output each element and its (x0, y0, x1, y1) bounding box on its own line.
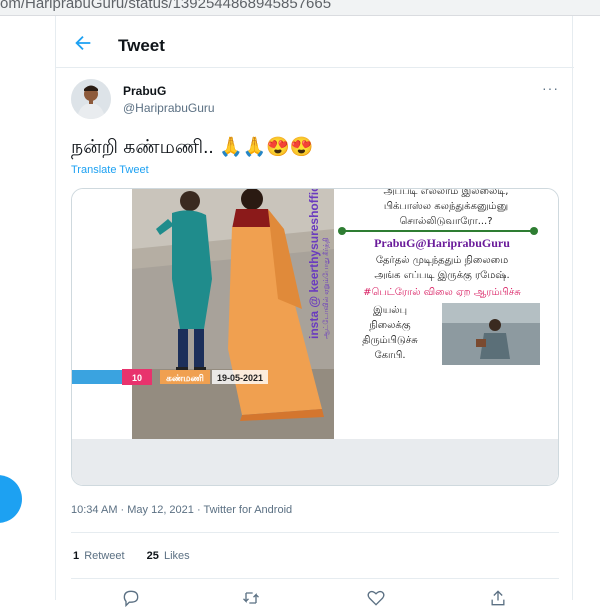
divider (71, 532, 559, 533)
tweet-timestamp[interactable]: 10:34 AM · May 12, 2021 · Twitter for An… (71, 504, 292, 516)
browser-address-bar[interactable]: om/HariprabuGuru/status/1392544868945857… (0, 0, 600, 16)
caption-line-7: நிலைக்கு (369, 320, 410, 332)
retweet-label[interactable]: Retweet (84, 550, 124, 562)
caption-line-6: இயல்பு (373, 305, 407, 316)
caption-line-9: கோபி. (374, 350, 405, 361)
meme-photo: insta @ keerthysureshofficial ஆட்டோவில் … (132, 189, 334, 439)
like-count[interactable]: 25 (147, 550, 159, 562)
reply-icon[interactable] (121, 588, 141, 608)
caption-line-1: அப்படி எல்லாம் இல்லைடி, (384, 189, 509, 197)
tag-date: 19-05-2021 (217, 373, 263, 383)
arrow-left-icon[interactable] (72, 32, 94, 54)
like-icon[interactable] (366, 588, 386, 608)
tag-number: 10 (132, 373, 142, 383)
share-icon[interactable] (488, 588, 508, 608)
tweet-media-image[interactable]: insta @ keerthysureshofficial ஆட்டோவில் … (71, 188, 559, 486)
page-header: Tweet (56, 16, 574, 68)
engagement-stats: 1 Retweet 25 Likes (73, 550, 190, 562)
caption-hashtag: #பெட்ரோல் விலை ஏற ஆரம்பிச்சு (363, 287, 521, 298)
caption-line-3: சொல்லிடுவாரோ...? (399, 216, 492, 227)
retweet-icon[interactable] (241, 588, 261, 608)
page-title: Tweet (118, 36, 165, 55)
photo-watermark-small: ஆட்டோவில் ஏறும்போது கீர்த்தி (322, 237, 330, 339)
more-options-icon[interactable]: ··· (542, 80, 559, 96)
caption-line-8: திரும்பிடுச்சு (362, 335, 418, 346)
address-url[interactable]: om/HariprabuGuru/status/1392544868945857… (0, 0, 331, 12)
author-name[interactable]: PrabuG (123, 84, 166, 98)
tweet-detail-column: Tweet PrabuG @HariprabuGuru ··· நன்றி கண… (55, 16, 574, 608)
tweet-text: நன்றி கண்மணி.. 🙏🙏😍😍 (71, 137, 314, 158)
tweet-actions (56, 588, 574, 608)
caption-line-5: அங்க எப்படி இருக்கு ரமேஷ். (374, 270, 509, 282)
caption-line-4: தேர்தல் முடிந்ததும் நிலைமை (376, 255, 508, 266)
translate-tweet-link[interactable]: Translate Tweet (71, 164, 149, 176)
compose-tweet-button[interactable] (0, 475, 22, 523)
meme-signature: PrabuG@HariprabuGuru (374, 236, 510, 250)
photo-watermark: insta @ keerthysureshofficial (307, 189, 321, 339)
like-label[interactable]: Likes (164, 550, 190, 562)
divider (71, 578, 559, 579)
retweet-count[interactable]: 1 (73, 550, 79, 562)
caption-line-2: பிக்பாஸ்ல கலந்துக்கனும்னு (384, 201, 508, 212)
media-bottom-area (72, 439, 558, 485)
meme-small-photo (442, 303, 540, 365)
tag-bar-blue (72, 370, 122, 384)
author-handle[interactable]: @HariprabuGuru (123, 101, 215, 115)
avatar[interactable] (71, 79, 111, 119)
tag-name: கண்மணி (166, 373, 204, 383)
